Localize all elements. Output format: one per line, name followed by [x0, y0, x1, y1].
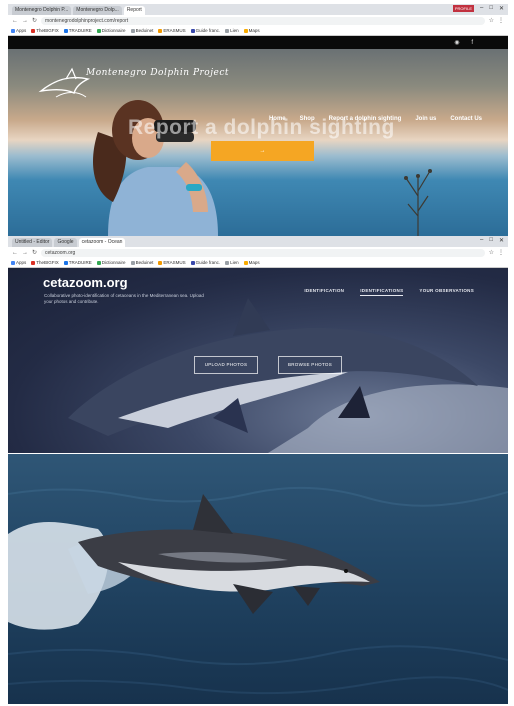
window-controls: – □ ✕ — [480, 237, 504, 244]
bookmarks-bar: Apps TheBIGFIX TRADUIRE Dictionnaire Bed… — [8, 26, 508, 36]
bookmark-item[interactable]: TRADUIRE — [63, 28, 92, 33]
nav-item-shop[interactable]: Shop — [300, 116, 315, 122]
leaping-dolphin-image — [8, 486, 508, 695]
window-controls: PROFILE – □ ✕ — [452, 5, 504, 12]
browser-tab[interactable]: Montenegro Dolphin P... — [12, 6, 72, 15]
apps-icon — [11, 28, 15, 33]
dry-plant-image — [404, 169, 432, 236]
bookmark-icon — [158, 260, 163, 265]
bookmark-icon — [225, 260, 230, 265]
upload-photos-button[interactable]: UPLOAD PHOTOS — [194, 356, 258, 374]
close-icon[interactable]: ✕ — [499, 5, 504, 12]
bookmark-item[interactable]: TheBIGFIX — [31, 260, 59, 265]
maximize-icon[interactable]: □ — [489, 5, 493, 12]
site-logo-text[interactable]: cetazoom.org — [43, 275, 128, 290]
bookmark-icon — [63, 28, 68, 33]
hero-banner: cetazoom.org Collaborative photo-identif… — [8, 268, 508, 453]
bookmark-item[interactable]: Beduinet — [130, 260, 153, 265]
browse-photos-button[interactable]: BROWSE PHOTOS — [278, 356, 342, 374]
bookmark-item[interactable]: Beduinet — [130, 28, 153, 33]
main-nav: Home Shop Report a dolphin sighting Join… — [269, 116, 482, 122]
forward-icon[interactable]: → — [22, 250, 28, 256]
browser-tab-active[interactable]: Report — [123, 6, 145, 15]
nav-item-identifications[interactable]: IDENTIFICATIONS — [360, 288, 404, 296]
main-nav: IDENTIFICATION IDENTIFICATIONS YOUR OBSE… — [304, 288, 474, 296]
nav-item-report[interactable]: Report a dolphin sighting — [329, 116, 402, 122]
bookmark-item[interactable]: Dictionnaire — [96, 260, 126, 265]
bookmarks-bar: Apps TheBIGFIX TRADUIRE Dictionnaire Bed… — [8, 258, 508, 268]
bookmark-item[interactable]: Maps — [243, 28, 260, 33]
url-input[interactable]: cetazoom.org — [41, 248, 485, 257]
bookmark-item[interactable]: TheBIGFIX — [31, 28, 59, 33]
bookmark-icon — [158, 28, 163, 33]
site-logo-text[interactable]: Montenegro Dolphin Project — [86, 68, 229, 78]
hero-actions: UPLOAD PHOTOS BROWSE PHOTOS — [194, 356, 342, 374]
browser-window-montenegro: Montenegro Dolphin P... Montenegro Dolp.… — [8, 4, 508, 236]
bookmark-icon — [225, 28, 230, 33]
leaping-dolphin-photo — [8, 454, 508, 704]
folder-icon — [243, 260, 248, 265]
nav-item-contact[interactable]: Contact Us — [450, 116, 482, 122]
bookmark-item[interactable]: Guide franc. — [190, 28, 220, 33]
reload-icon[interactable]: ↻ — [32, 249, 37, 256]
bookmark-item[interactable]: Guide franc. — [190, 260, 220, 265]
apps-icon — [11, 260, 15, 265]
nav-item-observations[interactable]: YOUR OBSERVATIONS — [419, 288, 474, 296]
dolphin-logo-icon[interactable] — [36, 61, 146, 101]
browser-tab[interactable]: Google — [54, 238, 77, 247]
bookmark-icon — [130, 28, 135, 33]
star-icon[interactable]: ☆ — [489, 249, 494, 256]
back-icon[interactable]: ← — [12, 250, 18, 256]
bookmark-icon — [130, 260, 135, 265]
browser-window-cetazoom: Untitled - Editor Google cetazoom - Ocea… — [8, 236, 508, 454]
bookmark-item[interactable]: TRADUIRE — [63, 260, 92, 265]
bookmark-icon — [190, 260, 195, 265]
tab-bar: Untitled - Editor Google cetazoom - Ocea… — [8, 236, 508, 247]
browser-tab[interactable]: Untitled - Editor — [12, 238, 53, 247]
bookmark-item[interactable]: Lien — [225, 28, 239, 33]
menu-icon[interactable]: ⋮ — [498, 17, 504, 24]
bookmark-item[interactable]: Apps — [11, 260, 26, 265]
tab-bar: Montenegro Dolphin P... Montenegro Dolp.… — [8, 4, 508, 15]
maximize-icon[interactable]: □ — [489, 237, 493, 244]
star-icon[interactable]: ☆ — [489, 17, 494, 24]
bookmark-icon — [31, 28, 36, 33]
bookmark-icon — [31, 260, 36, 265]
bookmark-icon — [63, 260, 68, 265]
nav-item-join[interactable]: Join us — [415, 116, 436, 122]
address-bar: ← → ↻ cetazoom.org ☆ ⋮ — [8, 247, 508, 258]
bookmark-item[interactable]: Maps — [243, 260, 260, 265]
menu-icon[interactable]: ⋮ — [498, 249, 504, 256]
profile-badge[interactable]: PROFILE — [452, 5, 474, 12]
social-icons[interactable]: ◉ f — [454, 39, 478, 46]
report-sighting-button[interactable]: → — [211, 141, 314, 161]
bookmark-item[interactable]: Apps — [11, 28, 26, 33]
folder-icon — [243, 28, 248, 33]
bookmark-icon — [190, 28, 195, 33]
browser-tab[interactable]: Montenegro Dolp... — [73, 6, 122, 15]
bookmark-item[interactable]: Dictionnaire — [96, 28, 126, 33]
minimize-icon[interactable]: – — [480, 237, 483, 244]
bookmark-icon — [96, 260, 101, 265]
url-input[interactable]: montenegrodolphinproject.com/report — [41, 16, 485, 25]
nav-item-home[interactable]: Home — [269, 116, 286, 122]
reload-icon[interactable]: ↻ — [32, 17, 37, 24]
bookmark-item[interactable]: Lien — [225, 260, 239, 265]
bookmark-item[interactable]: ERASMUS — [158, 28, 186, 33]
minimize-icon[interactable]: – — [480, 5, 483, 12]
address-bar: ← → ↻ montenegrodolphinproject.com/repor… — [8, 15, 508, 26]
bookmark-icon — [96, 28, 101, 33]
back-icon[interactable]: ← — [12, 18, 18, 24]
nav-item-identification[interactable]: IDENTIFICATION — [304, 288, 344, 296]
bookmark-item[interactable]: ERASMUS — [158, 260, 186, 265]
close-icon[interactable]: ✕ — [499, 237, 504, 244]
forward-icon[interactable]: → — [22, 18, 28, 24]
top-strip: ◉ f — [8, 36, 508, 49]
browser-tab-active[interactable]: cetazoom - Ocean — [78, 238, 126, 247]
site-tagline: Collaborative photo-identification of ce… — [44, 293, 204, 304]
hero-banner: ◉ f Montenegro Dolphin Project Report a … — [8, 36, 508, 236]
